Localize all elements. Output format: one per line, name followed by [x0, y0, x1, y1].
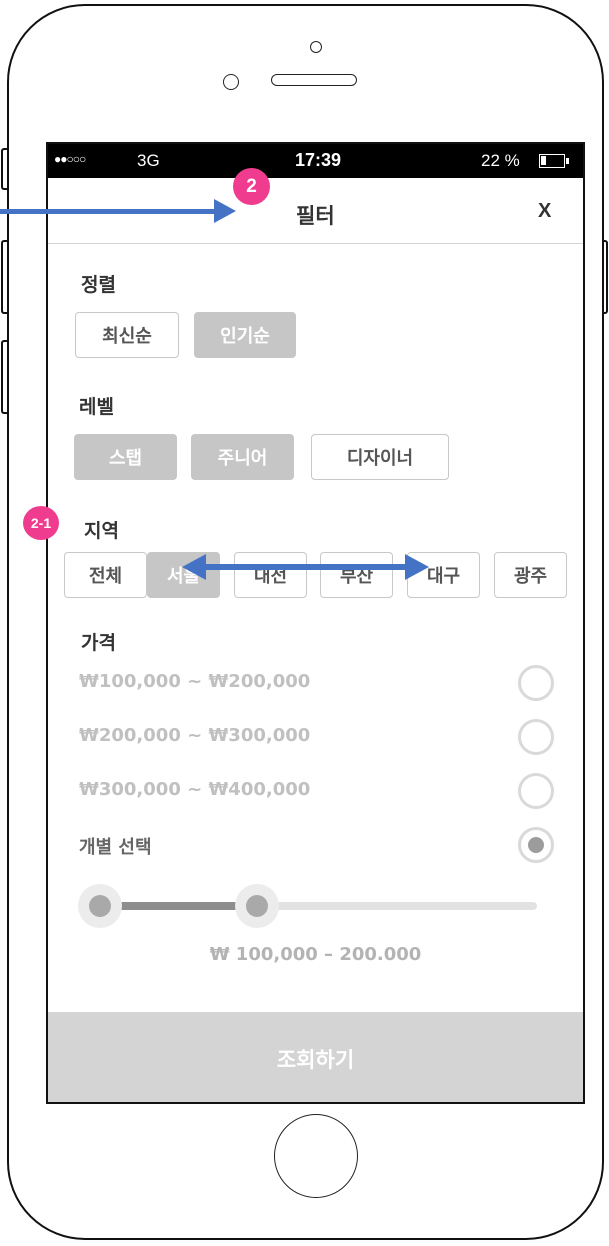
- price-custom-label: 개별 선택: [79, 837, 152, 858]
- home-button: [274, 1114, 358, 1198]
- signal-strength-icon: ●●○○○: [54, 152, 86, 166]
- level-label: 레벨: [79, 396, 114, 418]
- sort-option-latest[interactable]: 최신순: [75, 312, 179, 358]
- app-screen: ●●○○○ 3G 17:39 22 % 필터 X 정렬 최신순 인기순 레벨 스…: [46, 142, 585, 1104]
- price-option-1-radio[interactable]: [518, 665, 554, 701]
- price-slider-fill: [100, 902, 252, 910]
- level-option-junior[interactable]: 주니어: [191, 434, 294, 480]
- price-slider-min-handle[interactable]: [78, 884, 122, 928]
- status-time: 17:39: [295, 150, 342, 170]
- phone-frame: ●●○○○ 3G 17:39 22 % 필터 X 정렬 최신순 인기순 레벨 스…: [7, 4, 604, 1240]
- front-camera: [310, 41, 322, 53]
- region-option-daejeon[interactable]: 대전: [234, 552, 307, 598]
- level-option-designer[interactable]: 디자이너: [311, 434, 449, 480]
- annotation-arrow-header: [0, 209, 220, 214]
- sort-label: 정렬: [81, 274, 116, 296]
- earpiece-speaker: [271, 74, 357, 86]
- price-label: 가격: [81, 632, 116, 654]
- price-custom-radio[interactable]: [518, 827, 554, 863]
- arrow-head-right-icon: [214, 199, 236, 223]
- close-button[interactable]: X: [538, 200, 551, 223]
- region-option-all[interactable]: 전체: [64, 552, 147, 598]
- region-label: 지역: [84, 520, 119, 542]
- price-slider-max-handle[interactable]: [235, 884, 279, 928]
- proximity-sensor: [223, 74, 239, 90]
- price-option-2-radio[interactable]: [518, 719, 554, 755]
- status-bar: ●●○○○ 3G 17:39 22 %: [48, 144, 583, 178]
- sort-option-popular[interactable]: 인기순: [194, 312, 296, 358]
- battery-icon: [539, 154, 565, 168]
- region-option-busan[interactable]: 부산: [320, 552, 393, 598]
- region-option-gwangju[interactable]: 광주: [494, 552, 567, 598]
- battery-cap-icon: [566, 158, 569, 164]
- battery-percent: 22 %: [481, 151, 520, 170]
- price-option-3: ₩300,000 ~ ₩400,000: [79, 779, 311, 800]
- level-option-staff[interactable]: 스탭: [74, 434, 177, 480]
- price-option-2: ₩200,000 ~ ₩300,000: [79, 725, 311, 746]
- price-option-1: ₩100,000 ~ ₩200,000: [79, 671, 311, 692]
- carrier-label: 3G: [137, 151, 160, 170]
- arrow-head-left-icon: [182, 554, 206, 580]
- price-range-text: ₩ 100,000 – 200.000: [209, 944, 422, 965]
- search-button[interactable]: 조회하기: [48, 1012, 583, 1102]
- page-title: 필터: [296, 204, 335, 228]
- arrow-head-right-icon: [405, 554, 429, 580]
- price-option-3-radio[interactable]: [518, 773, 554, 809]
- annotation-badge-2-1: 2-1: [23, 506, 59, 540]
- annotation-arrow-region: [200, 564, 414, 570]
- annotation-badge-2: 2: [233, 168, 270, 205]
